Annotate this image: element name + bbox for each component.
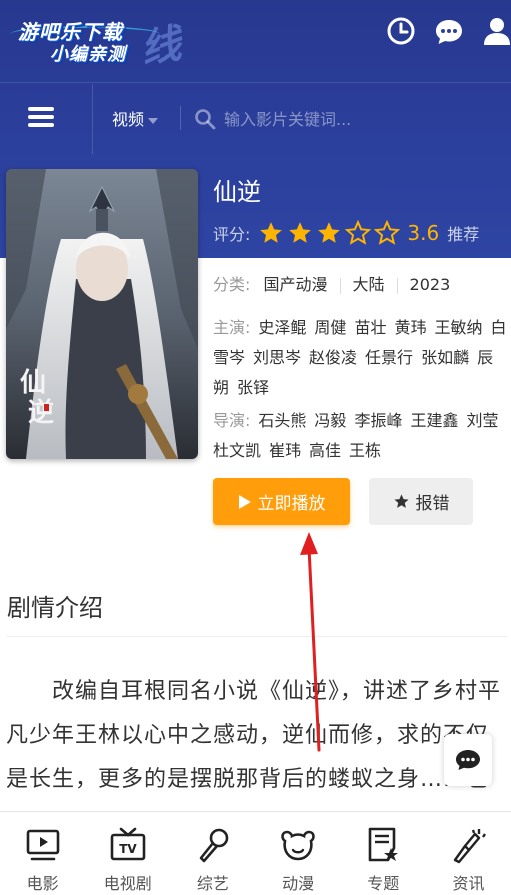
synopsis-divider [7,636,507,637]
cast-row: 主演: 史泽鲲 周健 苗壮 黄玮 王敏纳 白雪岑 刘思岑 赵俊凌 任景行 张如麟 辰朔 张铎 [213,313,509,403]
topic-icon [368,827,399,862]
search-icon[interactable] [194,108,216,130]
message-icon [456,750,480,770]
poster-title-char1: 仙 [20,368,46,398]
chevron-down-icon [148,117,159,124]
director-row: 导演: 石头熊 冯毅 李振峰 王建鑫 刘莹杜文凯 崔玮 高佳 王栋 [213,406,509,466]
news-icon [454,829,487,864]
nav-label-news: 资讯 [452,874,485,893]
nav-label-variety: 综艺 [196,874,229,893]
microphone-icon [199,828,229,863]
cast-member-link[interactable]: 苗壮 [354,318,386,337]
svg-text:TV: TV [119,842,137,856]
tv-icon: TV [110,827,146,861]
star-rating [258,220,403,246]
nav-label-tv-series: 电视剧 [103,874,152,893]
bear-icon [281,830,315,861]
logo-line2: 小编亲测 [50,44,126,65]
cast-member-link[interactable]: 张如麟 [421,348,469,367]
nav-item-topic[interactable]: 专题 [341,812,426,895]
cast-member-link[interactable]: 史泽鲲 [258,318,306,337]
report-error-label: 报错 [415,494,450,514]
director-link[interactable]: 李振峰 [354,411,402,430]
bottom-navigation: 电影 TV 电视剧 综艺 动漫 专题 资讯 [0,811,511,895]
year-link[interactable]: 2023 [410,275,451,294]
report-error-button[interactable]: 报错 [369,478,473,525]
category-row: 分类: 国产动漫 大陆 2023 [213,270,450,300]
rating-score: 3.6 [407,221,440,245]
star-icon [393,494,409,508]
site-logo[interactable]: 线 游吧乐下载 小编亲测 [10,6,190,73]
cast-list: 史泽鲲 周健 苗壮 黄玮 王敏纳 白雪岑 刘思岑 赵俊凌 任景行 张如麟 辰朔 张铎 [213,318,507,397]
menu-button[interactable] [22,104,62,134]
history-clock-icon[interactable] [386,16,416,46]
nav-item-variety[interactable]: 综艺 [170,812,255,895]
director-link[interactable]: 冯毅 [314,411,346,430]
synopsis-heading: 剧情介绍 [7,594,103,622]
director-link[interactable]: 石头熊 [258,411,306,430]
cast-member-link[interactable]: 赵俊凌 [309,348,357,367]
category-label: 分类: [213,275,251,294]
page: 线 游吧乐下载 小编亲测 视频 输入影片关键词... 仙 逆 仙逆 评分: 3.… [0,0,511,895]
play-now-label: 立即播放 [257,494,326,514]
nav-item-news[interactable]: 资讯 [426,812,511,895]
nav-item-tv-series[interactable]: TV 电视剧 [85,812,170,895]
header-divider [0,82,511,83]
poster-title-char2: 逆 [28,397,54,428]
logo-mark: 线 [137,20,185,74]
menu-icon-bar [28,107,54,111]
nav-item-movie[interactable]: 电影 [0,812,85,895]
cast-member-link[interactable]: 刘思岑 [253,348,301,367]
meta-divider [339,277,341,294]
nav-label-topic: 专题 [367,874,400,893]
search-bar: 视频 [0,84,511,154]
menu-icon-bar [28,123,54,127]
star-filled-icon [289,222,312,243]
director-link[interactable]: 王栋 [349,441,381,460]
play-now-button[interactable]: 立即播放 [213,478,350,525]
director-link[interactable]: 高佳 [309,441,341,460]
nav-label-movie: 电影 [26,874,59,893]
cast-member-link[interactable]: 王敏纳 [434,318,482,337]
genre-link[interactable]: 国产动漫 [264,275,328,294]
category-select[interactable]: 视频 [112,106,159,130]
star-empty-icon [345,220,372,245]
category-select-label: 视频 [112,110,145,129]
user-icon[interactable] [482,16,511,46]
rating-row: 评分: 3.6 推荐 [213,218,479,248]
star-filled-icon [318,222,341,243]
nav-label-anime: 动漫 [282,874,315,893]
cast-member-link[interactable]: 张铎 [237,378,269,397]
director-link[interactable]: 刘莹 [466,411,498,430]
director-link[interactable]: 崔玮 [269,441,301,460]
region-link[interactable]: 大陆 [353,275,385,294]
recommend-label: 推荐 [447,225,480,244]
director-label: 导演: [213,411,251,430]
menu-icon-bar [28,115,54,119]
play-icon [238,494,251,509]
cast-member-link[interactable]: 黄玮 [394,318,426,337]
cast-member-link[interactable]: 周健 [314,318,346,337]
cast-label: 主演: [213,318,251,337]
search-divider [180,106,181,130]
rating-label: 评分: [213,225,251,244]
star-empty-icon [374,220,401,245]
nav-divider [92,84,93,154]
poster-image: 仙 逆 [6,169,198,459]
movie-title: 仙逆 [213,178,261,206]
director-link[interactable]: 王建鑫 [410,411,458,430]
message-icon[interactable] [434,16,464,46]
star-filled-icon [260,222,283,243]
floating-chat-button[interactable] [444,734,492,786]
movie-poster[interactable]: 仙 逆 [6,169,198,459]
meta-divider [396,277,398,294]
director-list: 石头熊 冯毅 李振峰 王建鑫 刘莹杜文凯 崔玮 高佳 王栋 [213,411,506,460]
director-link[interactable]: 杜文凯 [213,441,261,460]
cast-member-link[interactable]: 任景行 [365,348,413,367]
search-input[interactable] [224,104,494,134]
movie-icon [26,829,59,861]
top-bar: 线 游吧乐下载 小编亲测 [0,0,511,84]
nav-item-anime[interactable]: 动漫 [256,812,341,895]
